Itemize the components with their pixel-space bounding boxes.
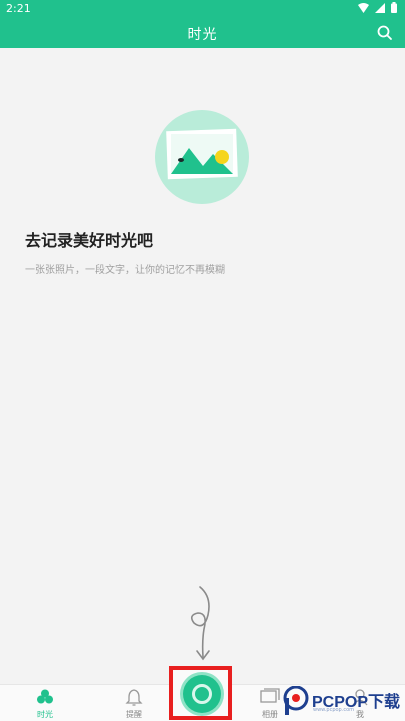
watermark-logo: PCPOP下载 www.pcpop.com bbox=[282, 686, 402, 718]
search-button[interactable] bbox=[375, 23, 395, 43]
pcpop-logo-icon bbox=[283, 686, 309, 715]
empty-state-subtitle: 一张张照片，一段文字，让你的记忆不再模糊 bbox=[25, 265, 225, 276]
nav-item-remind[interactable]: 提醒 bbox=[109, 685, 159, 721]
signal-icon bbox=[375, 2, 385, 13]
app-bar: 时光 bbox=[0, 18, 405, 48]
status-icons bbox=[358, 2, 397, 13]
battery-icon bbox=[391, 2, 397, 13]
photo-icon bbox=[166, 128, 238, 180]
nav-item-time[interactable]: 时光 bbox=[20, 685, 70, 721]
clover-icon bbox=[37, 689, 53, 704]
status-time: 2:21 bbox=[6, 2, 31, 15]
page-title: 时光 bbox=[187, 27, 218, 43]
status-bar: 2:21 bbox=[0, 0, 405, 18]
wifi-icon bbox=[358, 2, 369, 13]
nav-label-time: 时光 bbox=[37, 710, 53, 719]
hint-arrow-icon bbox=[190, 586, 210, 661]
album-icon bbox=[260, 688, 280, 703]
search-icon bbox=[377, 25, 392, 40]
empty-state-illustration bbox=[155, 110, 249, 204]
bell-icon bbox=[125, 689, 143, 706]
nav-label-remind: 提醒 bbox=[126, 710, 142, 719]
empty-state-title: 去记录美好时光吧 bbox=[25, 231, 154, 250]
record-circle-icon bbox=[192, 684, 212, 704]
record-button[interactable] bbox=[183, 675, 221, 713]
watermark-sub: www.pcpop.com bbox=[313, 707, 354, 713]
